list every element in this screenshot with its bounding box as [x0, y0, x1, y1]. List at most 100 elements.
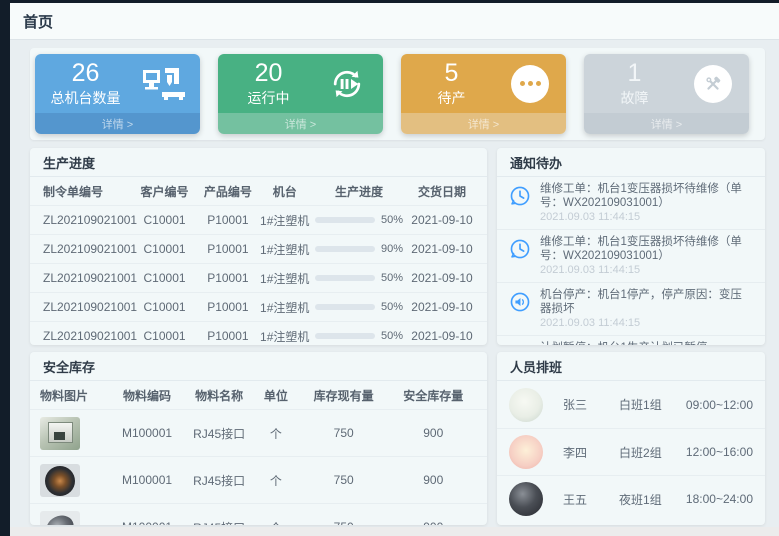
column-header: 制令单编号	[40, 183, 132, 200]
running-icon	[319, 64, 375, 104]
column-header: 交货日期	[407, 183, 477, 200]
cell-material-image	[40, 464, 110, 497]
person-name: 张三	[563, 396, 619, 413]
progress-bar-track	[315, 304, 375, 310]
stat-card-pending[interactable]: 5 待产 详情 >	[401, 54, 566, 134]
cell-order-no: ZL202109021001	[40, 242, 132, 256]
schedule-list: 张三 白班1组 09:00~12:00 李四 白班2组 12:00~16:00	[497, 381, 765, 522]
fault-detail-link[interactable]: 详情 >	[584, 113, 749, 134]
cell-customer-no: C10001	[132, 242, 198, 256]
notification-item[interactable]: 维修工单：机台1变压器损坏待维修（单号：WX202109031001） 2021…	[497, 230, 765, 283]
production-table-row: ZL202109021001 C10001 P10001 1#注塑机 50% 2…	[30, 263, 487, 292]
cell-order-no: ZL202109021001	[40, 213, 132, 227]
schedule-row: 王五 夜班1组 18:00~24:00	[497, 475, 765, 522]
stat-card-text: 26 总机台数量	[35, 60, 136, 108]
cell-current-stock: 750	[298, 426, 390, 440]
tab-home[interactable]: 首页	[23, 11, 53, 32]
cell-material-code: M100001	[110, 473, 184, 487]
notification-text: 维修工单：机台1变压器损坏待维修（单号：WX202109031001）	[540, 183, 753, 210]
fault-label: 故障	[621, 88, 649, 108]
progress-percent: 90%	[381, 243, 403, 255]
stock-table-row: M100001 RJ45接口 个 750 900	[30, 456, 487, 503]
production-progress-panel: 生产进度 制令单编号 客户编号 产品编号 机台 生产进度 交货日期	[30, 148, 487, 345]
stat-card-running[interactable]: 20 运行中	[218, 54, 383, 134]
personnel-schedule-title: 人员排班	[497, 352, 765, 381]
safety-stock-title: 安全库存	[30, 352, 487, 381]
avatar	[509, 482, 543, 516]
total-machines-detail-link[interactable]: 详情 >	[35, 113, 200, 134]
column-header: 机台	[258, 183, 310, 200]
notification-text: 机台停产：机台1停产，停产原因：变压器损坏	[540, 289, 753, 316]
material-thumbnail	[40, 464, 80, 497]
fault-value: 1	[628, 60, 642, 87]
window-top-edge	[0, 0, 779, 3]
cell-delivery-date: 2021-09-10	[407, 329, 477, 343]
cell-material-code: M100001	[110, 426, 184, 440]
speaker-icon	[509, 291, 531, 330]
clock-icon	[509, 238, 531, 277]
cell-machine: 1#注塑机	[258, 270, 310, 287]
column-header: 单位	[254, 387, 298, 404]
speaker-icon	[509, 344, 531, 345]
running-value: 20	[255, 60, 283, 87]
cell-delivery-date: 2021-09-10	[407, 271, 477, 285]
cell-order-no: ZL202109021001	[40, 329, 132, 343]
pending-detail-link[interactable]: 详情 >	[401, 113, 566, 134]
notification-text: 维修工单：机台1变压器损坏待维修（单号：WX202109031001）	[540, 236, 753, 263]
stat-card-total-machines[interactable]: 26 总机台数量	[35, 54, 200, 134]
notification-body: 维修工单：机台1变压器损坏待维修（单号：WX202109031001） 2021…	[540, 183, 753, 224]
stock-table-row: M100001 RJ45接口 个 750 900	[30, 503, 487, 525]
panel-grid: 生产进度 制令单编号 客户编号 产品编号 机台 生产进度 交货日期	[30, 148, 779, 525]
schedule-row: 张三 白班1组 09:00~12:00	[497, 381, 765, 428]
stat-card-body: 20 运行中	[218, 54, 383, 113]
person-time-range: 12:00~16:00	[686, 445, 753, 459]
stat-card-fault[interactable]: 1 故障	[584, 54, 749, 134]
progress-percent: 50%	[381, 301, 403, 313]
running-detail-link[interactable]: 详情 >	[218, 113, 383, 134]
progress-percent: 50%	[381, 272, 403, 284]
cell-unit: 个	[254, 519, 298, 526]
notifications-panel: 通知待办	[497, 148, 765, 345]
cell-order-no: ZL202109021001	[40, 271, 132, 285]
cell-customer-no: C10001	[132, 213, 198, 227]
cell-safety-stock: 900	[390, 520, 477, 525]
progress-percent: 50%	[381, 214, 403, 226]
cell-current-stock: 750	[298, 473, 390, 487]
production-table-row: ZL202109021001 C10001 P10001 1#注塑机 50% 2…	[30, 321, 487, 345]
stat-card-body: 26 总机台数量	[35, 54, 200, 113]
column-header: 库存现有量	[298, 387, 390, 404]
cell-product-no: P10001	[197, 242, 258, 256]
column-header: 物料图片	[40, 387, 110, 404]
notification-timestamp: 2021.09.03 11:44:15	[540, 317, 753, 330]
cell-delivery-date: 2021-09-10	[407, 242, 477, 256]
progress-bar-track	[315, 275, 375, 281]
notification-item[interactable]: 维修工单：机台1变压器损坏待维修（单号：WX202109031001） 2021…	[497, 177, 765, 230]
notification-timestamp: 2021.09.03 11:44:15	[540, 211, 753, 224]
pending-label: 待产	[438, 88, 466, 108]
cell-product-no: P10001	[197, 213, 258, 227]
cell-customer-no: C10001	[132, 329, 198, 343]
person-shift: 白班2组	[619, 444, 686, 461]
cell-safety-stock: 900	[390, 473, 477, 487]
column-header: 安全库存量	[390, 387, 477, 404]
cell-material-name: RJ45接口	[184, 425, 254, 442]
notification-timestamp: 2021.09.03 11:44:15	[540, 264, 753, 277]
cell-progress: 50%	[311, 330, 407, 342]
cell-unit: 个	[254, 425, 298, 442]
notification-item[interactable]: 计划暂停：机台1生产计划已暂停 2021.09.03 11:44:15	[497, 336, 765, 345]
cell-customer-no: C10001	[132, 271, 198, 285]
column-header: 物料编码	[110, 387, 184, 404]
production-table-row: ZL202109021001 C10001 P10001 1#注塑机 50% 2…	[30, 292, 487, 321]
main-content: 26 总机台数量	[10, 41, 779, 527]
cell-machine: 1#注塑机	[258, 328, 310, 345]
cell-material-name: RJ45接口	[184, 519, 254, 526]
cell-order-no: ZL202109021001	[40, 300, 132, 314]
cell-machine: 1#注塑机	[258, 241, 310, 258]
stock-table-body: M100001 RJ45接口 个 750 900 M100001	[30, 409, 487, 525]
stat-card-body: 5 待产	[401, 54, 566, 113]
stat-cards-panel: 26 总机台数量	[30, 48, 765, 140]
cell-current-stock: 750	[298, 520, 390, 525]
stat-card-text: 20 运行中	[218, 60, 319, 108]
notification-item[interactable]: 机台停产：机台1停产，停产原因：变压器损坏 2021.09.03 11:44:1…	[497, 283, 765, 336]
cell-product-no: P10001	[197, 271, 258, 285]
